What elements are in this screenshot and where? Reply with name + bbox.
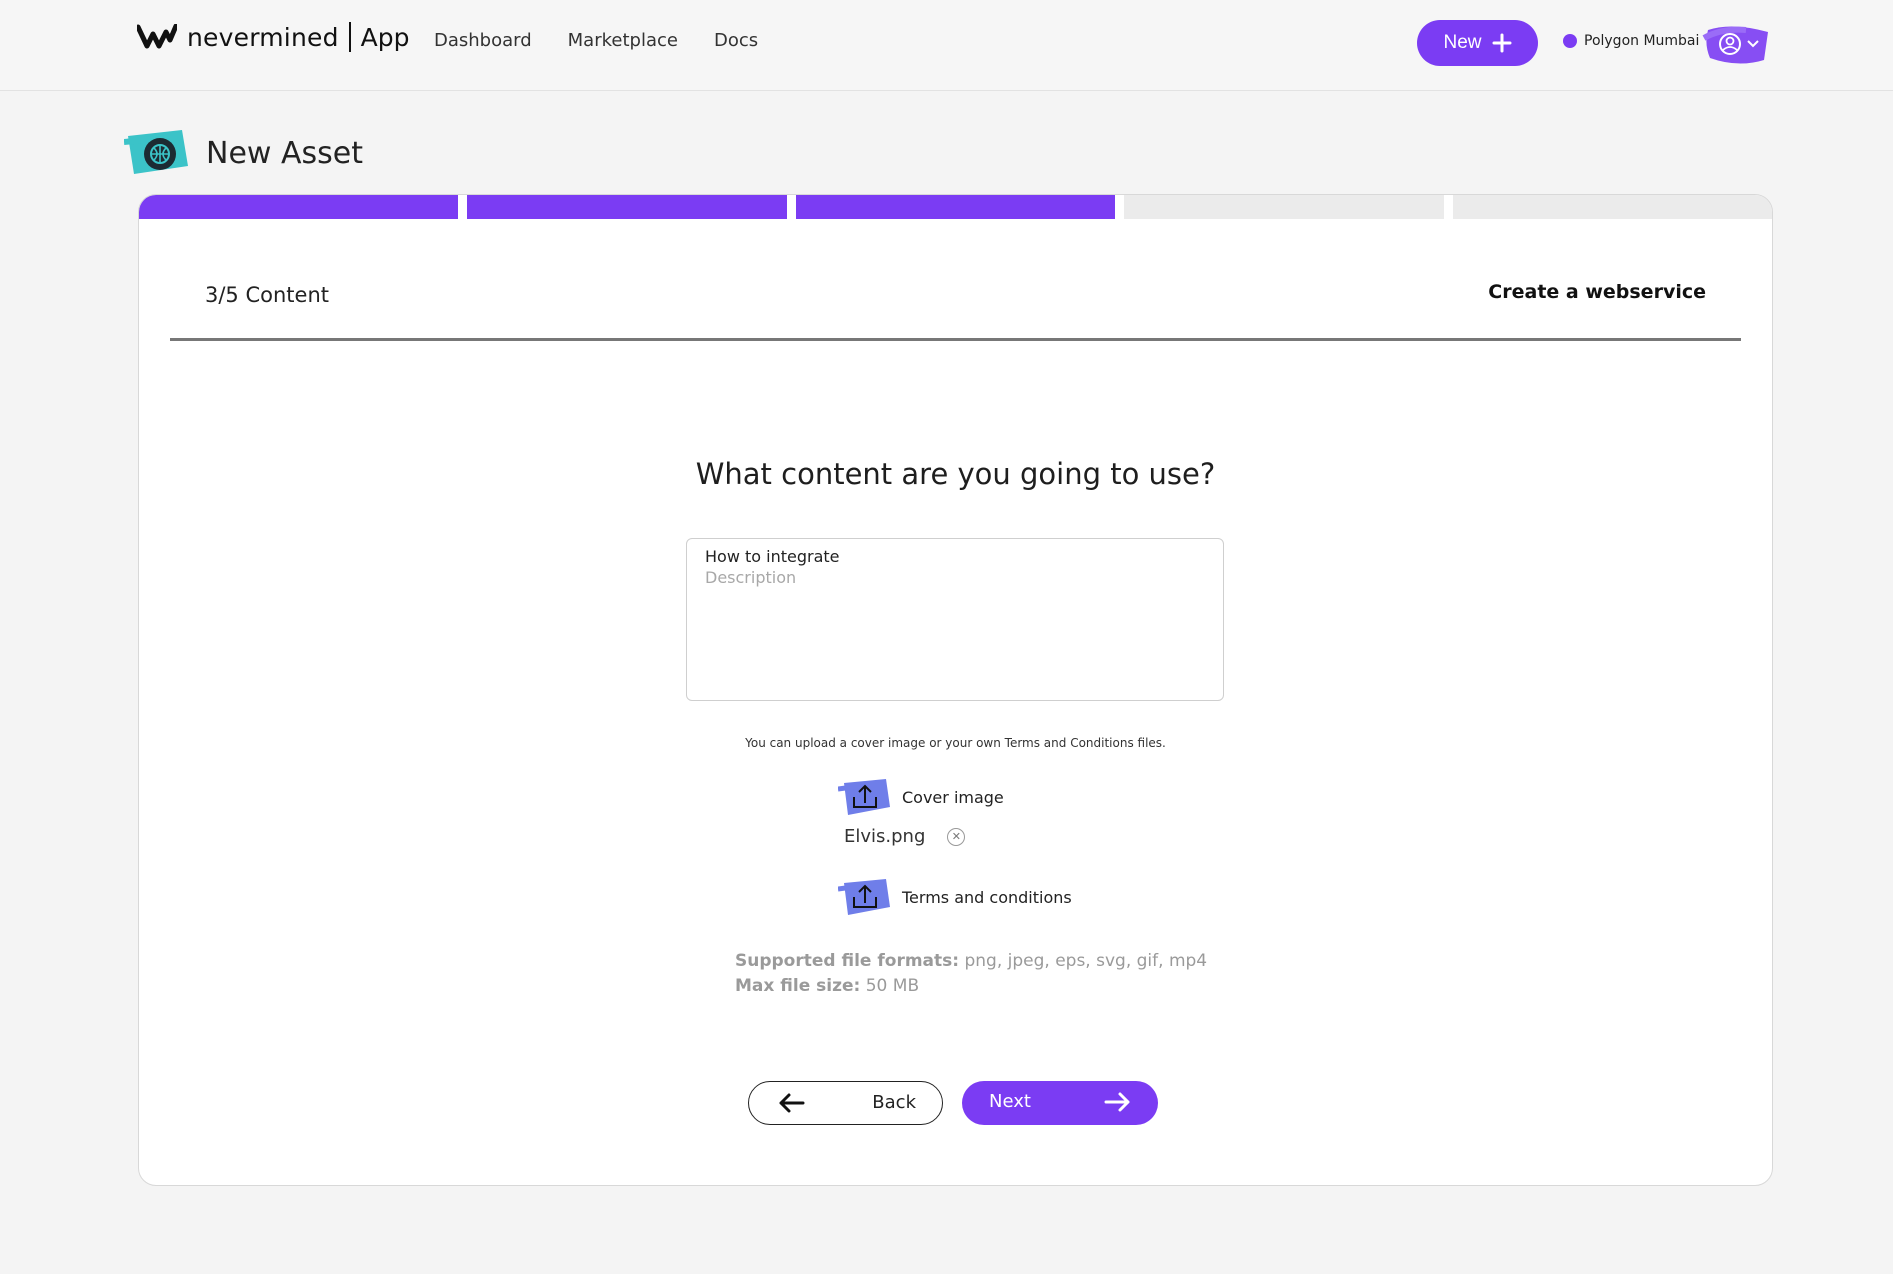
account-menu-button[interactable]	[1702, 20, 1772, 66]
formats-value: png, jpeg, eps, svg, gif, mp4	[964, 951, 1208, 971]
step-label: 3/5 Content	[205, 283, 329, 307]
uploaded-file-name: Elvis.png	[844, 826, 926, 847]
upload-icon	[838, 779, 890, 815]
remove-file-icon[interactable]: ✕	[947, 827, 966, 846]
content-description-field[interactable]: How to integrate Description	[686, 538, 1224, 701]
page-title-area: New Asset	[124, 128, 363, 178]
asset-globe-icon	[124, 130, 188, 174]
main-nav: Dashboard Marketplace Docs	[434, 30, 758, 51]
logo-separator	[348, 22, 351, 52]
uploaded-file-item: Elvis.png ✕	[844, 826, 966, 847]
content-field-label: How to integrate	[705, 547, 840, 566]
wizard-progress	[139, 195, 1772, 219]
logo-app-label: App	[360, 22, 410, 52]
new-button[interactable]: New	[1417, 20, 1538, 66]
logo-wordmark: nevermined	[187, 22, 339, 52]
terms-upload[interactable]: Terms and conditions	[838, 877, 1072, 917]
formats-label: Supported file formats:	[735, 951, 960, 971]
progress-step-5	[1452, 195, 1772, 219]
new-button-label: New	[1443, 32, 1482, 53]
network-indicator[interactable]: Polygon Mumbai	[1563, 33, 1699, 49]
arrow-right-icon	[1104, 1092, 1130, 1112]
progress-step-2	[467, 195, 787, 219]
arrow-left-icon	[779, 1093, 805, 1113]
page-title: New Asset	[206, 135, 363, 171]
terms-label: Terms and conditions	[902, 887, 1072, 907]
top-header: nevermined App Dashboard Marketplace Doc…	[0, 0, 1893, 91]
upload-icon	[838, 879, 890, 915]
next-button-label: Next	[989, 1091, 1031, 1112]
nevermined-logo[interactable]: nevermined App	[137, 22, 409, 52]
nav-dashboard[interactable]: Dashboard	[434, 30, 532, 51]
wizard-card: 3/5 Content Create a webservice What con…	[138, 194, 1773, 1186]
cover-image-label: Cover image	[902, 787, 1004, 807]
network-name: Polygon Mumbai	[1584, 33, 1700, 49]
progress-step-4	[1124, 195, 1444, 219]
progress-step-3	[795, 195, 1116, 219]
service-type-label: Create a webservice	[1488, 281, 1706, 303]
nevermined-logo-icon	[137, 24, 177, 49]
network-status-dot	[1563, 34, 1577, 48]
size-value: 50 MB	[865, 976, 920, 996]
file-requirements: Supported file formats: png, jpeg, eps, …	[735, 949, 1207, 999]
back-button-label: Back	[872, 1092, 916, 1113]
size-label: Max file size:	[735, 976, 861, 996]
nav-marketplace[interactable]: Marketplace	[568, 30, 678, 51]
plus-icon	[1492, 33, 1511, 53]
upload-hint: You can upload a cover image or your own…	[745, 736, 1166, 750]
cover-image-upload[interactable]: Cover image	[838, 777, 1004, 817]
section-divider	[170, 338, 1741, 341]
next-button[interactable]: Next	[962, 1081, 1158, 1125]
nav-docs[interactable]: Docs	[714, 30, 758, 51]
progress-step-1	[139, 195, 459, 219]
content-field-placeholder: Description	[705, 568, 797, 587]
step-question: What content are you going to use?	[695, 457, 1216, 491]
back-button[interactable]: Back	[748, 1081, 943, 1125]
